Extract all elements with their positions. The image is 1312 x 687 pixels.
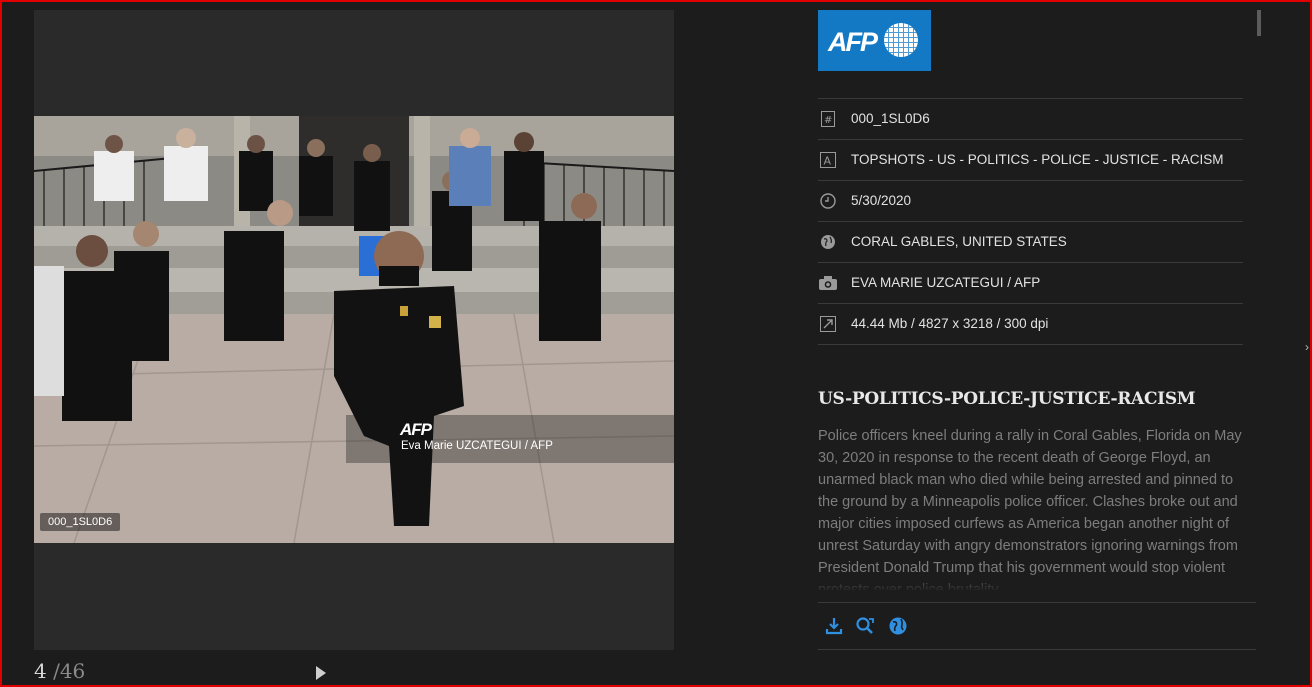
watermark-band (346, 415, 674, 463)
metadata-list: # 000_1SL0D6 A TOPSHOTS - US - POLITICS … (818, 98, 1243, 345)
chevron-right-icon[interactable]: › (1305, 340, 1309, 354)
pager: 4 /46 (34, 659, 85, 683)
meta-id: 000_1SL0D6 (851, 111, 930, 126)
globe-icon (818, 233, 838, 251)
resize-icon (818, 315, 838, 333)
meta-row-date: 5/30/2020 (818, 180, 1243, 221)
pager-current: 4 (34, 659, 47, 683)
scrollbar-thumb[interactable] (1257, 10, 1261, 36)
meta-row-location: CORAL GABLES, UNITED STATES (818, 221, 1243, 262)
logo-text: AFP (828, 27, 878, 57)
mouse-cursor-icon (316, 666, 326, 680)
meta-size: 44.44 Mb / 4827 x 3218 / 300 dpi (851, 316, 1049, 331)
text-icon: A (818, 151, 838, 169)
svg-text:#: # (824, 115, 832, 126)
meta-location: CORAL GABLES, UNITED STATES (851, 234, 1067, 249)
caption-fade (818, 572, 1246, 592)
meta-photographer: EVA MARIE UZCATEGUI / AFP (851, 275, 1041, 290)
meta-row-id: # 000_1SL0D6 (818, 98, 1243, 139)
watermark-credit: Eva Marie UZCATEGUI / AFP (401, 440, 553, 452)
watermark-logo: AFP (400, 420, 432, 439)
pager-total: /46 (53, 659, 86, 683)
download-icon[interactable] (823, 615, 845, 637)
hash-icon: # (818, 110, 838, 128)
web-icon[interactable] (887, 615, 909, 637)
camera-icon (818, 274, 838, 292)
action-bar (818, 602, 1256, 650)
meta-row-size: 44.44 Mb / 4827 x 3218 / 300 dpi (818, 303, 1243, 344)
photo-id-label: 000_1SL0D6 (40, 513, 121, 531)
main-photo[interactable] (34, 116, 674, 543)
afp-logo[interactable]: AFP (818, 10, 931, 71)
meta-divider (818, 344, 1243, 345)
meta-title: TOPSHOTS - US - POLITICS - POLICE - JUST… (851, 152, 1224, 167)
meta-row-title: A TOPSHOTS - US - POLITICS - POLICE - JU… (818, 139, 1243, 180)
svg-text:A: A (824, 155, 832, 168)
zoom-icon[interactable] (854, 615, 876, 637)
clock-icon (818, 192, 838, 210)
meta-date: 5/30/2020 (851, 193, 912, 208)
meta-row-photographer: EVA MARIE UZCATEGUI / AFP (818, 262, 1243, 303)
caption-text: Police officers kneel during a rally in … (818, 428, 1242, 590)
logo-globe-icon (884, 23, 918, 57)
headline: US-POLITICS-POLICE-JUSTICE-RACISM (818, 389, 1196, 409)
